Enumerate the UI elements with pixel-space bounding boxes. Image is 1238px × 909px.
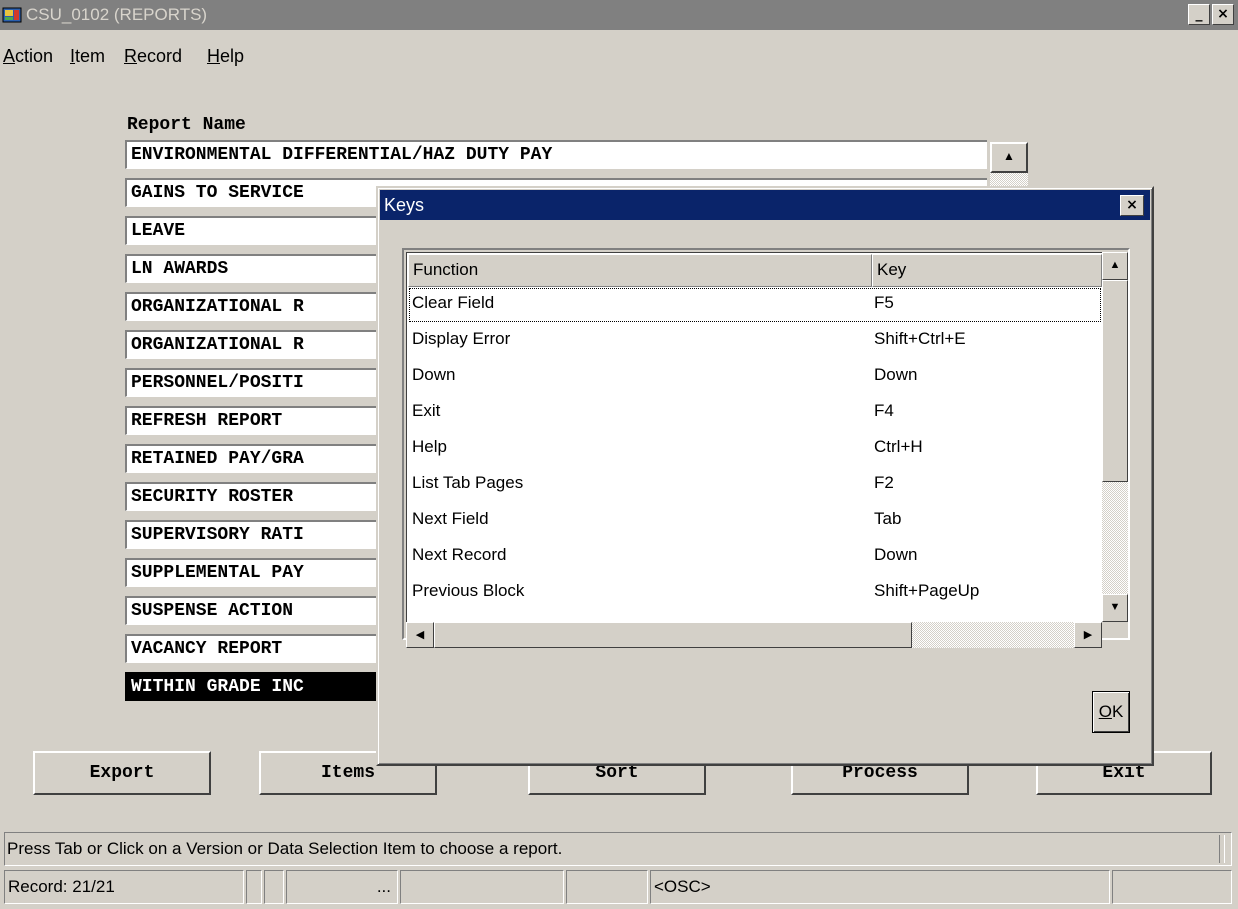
vertical-scroll-thumb[interactable] — [1102, 280, 1128, 482]
key-table-row[interactable]: Down Down — [408, 359, 1102, 395]
menu-record[interactable]: Record — [124, 46, 182, 67]
keys-vertical-scrollbar[interactable]: ▲ ▼ — [1102, 252, 1128, 622]
status-ellipsis: ... — [286, 870, 398, 904]
status-bar: Record: 21/21 ... <OSC> — [4, 870, 1232, 904]
close-window-button[interactable]: × — [1212, 4, 1234, 25]
menu-action[interactable]: Action — [3, 46, 53, 67]
function-cell: List Tab Pages — [412, 473, 524, 492]
key-cell: Shift+PageUp — [874, 581, 980, 600]
key-cell: Tab — [874, 509, 902, 528]
keys-grid: Function Key Clear Field F5 Display Error S… — [402, 248, 1130, 648]
export-button[interactable]: Export — [33, 751, 211, 795]
status-segment-3 — [264, 870, 284, 904]
status-segment-6 — [566, 870, 648, 904]
report-name-header: Report Name — [127, 115, 246, 135]
scroll-up-arrow-icon[interactable]: ▲ — [990, 142, 1028, 173]
menu-help[interactable]: Help — [207, 46, 244, 67]
key-cell: Down — [874, 365, 918, 384]
title-bar: CSU_0102 (REPORTS) _ × — [0, 0, 1238, 30]
status-segment-8 — [1112, 870, 1232, 904]
key-table-row[interactable]: Next Record Down — [408, 539, 1102, 575]
key-table-row[interactable]: Display Error Shift+Ctrl+E — [408, 323, 1102, 359]
key-table-row[interactable]: Clear Field F5 — [408, 287, 1102, 323]
key-cell: F5 — [874, 293, 894, 312]
keys-grid-body: Function Key Clear Field F5 Display Error S… — [406, 252, 1102, 622]
column-header-function[interactable]: Function — [408, 254, 872, 287]
function-cell: Display Error — [412, 329, 511, 348]
key-table-row[interactable]: List Tab Pages F2 — [408, 467, 1102, 503]
scroll-up-arrow-icon[interactable]: ▲ — [1102, 252, 1128, 280]
menu-action-accel: A — [3, 46, 16, 66]
app-icon — [2, 7, 22, 23]
function-cell: Next Record — [412, 545, 507, 564]
key-cell: Down — [874, 545, 918, 564]
keys-dialog-titlebar: Keys × — [380, 190, 1150, 220]
window-title: CSU_0102 (REPORTS) — [26, 5, 208, 24]
horizontal-scroll-thumb[interactable] — [434, 622, 912, 648]
menu-action-label: ction — [15, 46, 54, 66]
function-cell: Previous Block — [412, 581, 525, 600]
minimize-button[interactable]: _ — [1188, 4, 1210, 25]
menu-item[interactable]: Item — [70, 46, 105, 67]
ok-accel: O — [1098, 702, 1112, 721]
dialog-close-icon[interactable]: × — [1120, 195, 1144, 216]
keys-dialog-title: Keys — [384, 195, 425, 215]
status-message-bar: Press Tab or Click on a Version or Data … — [4, 832, 1232, 866]
function-cell: Down — [412, 365, 456, 384]
key-cell: Ctrl+H — [874, 437, 923, 456]
record-counter: Record: 21/21 — [4, 870, 244, 904]
ok-button[interactable]: OK — [1092, 691, 1130, 733]
status-segment-2 — [246, 870, 262, 904]
status-mode: <OSC> — [650, 870, 1110, 904]
function-cell: Next Field — [412, 509, 489, 528]
key-table-row[interactable]: Help Ctrl+H — [408, 431, 1102, 467]
report-row[interactable]: ENVIRONMENTAL DIFFERENTIAL/HAZ DUTY PAY — [125, 140, 987, 169]
ok-label: K — [1111, 702, 1124, 721]
menu-record-accel: R — [124, 46, 137, 66]
scroll-right-arrow-icon[interactable]: ▶ — [1074, 622, 1102, 648]
scroll-left-arrow-icon[interactable]: ◀ — [406, 622, 434, 648]
scroll-down-arrow-icon[interactable]: ▼ — [1102, 594, 1128, 622]
key-cell: Shift+Ctrl+E — [874, 329, 966, 348]
function-cell: Clear Field — [412, 293, 495, 312]
function-cell: Exit — [412, 401, 441, 420]
menu-record-label: ecord — [137, 46, 183, 66]
status-segment-5 — [400, 870, 564, 904]
function-cell: Help — [412, 437, 447, 456]
menu-help-accel: H — [207, 46, 220, 66]
key-cell: F2 — [874, 473, 894, 492]
key-table-row[interactable]: Previous Block Shift+PageUp — [408, 575, 1102, 611]
key-table-row[interactable]: Exit F4 — [408, 395, 1102, 431]
key-cell: F4 — [874, 401, 894, 420]
menu-help-label: elp — [220, 46, 245, 66]
key-table-row[interactable]: Next Field Tab — [408, 503, 1102, 539]
keys-horizontal-scrollbar[interactable]: ◀ ▶ — [406, 622, 1102, 648]
status-edge — [1219, 835, 1225, 863]
column-header-key[interactable]: Key — [872, 254, 1102, 287]
status-message: Press Tab or Click on a Version or Data … — [7, 839, 563, 858]
menu-item-label: tem — [75, 46, 106, 66]
keys-dialog: Keys × Function Key Clear Field F5 Display… — [376, 186, 1154, 766]
